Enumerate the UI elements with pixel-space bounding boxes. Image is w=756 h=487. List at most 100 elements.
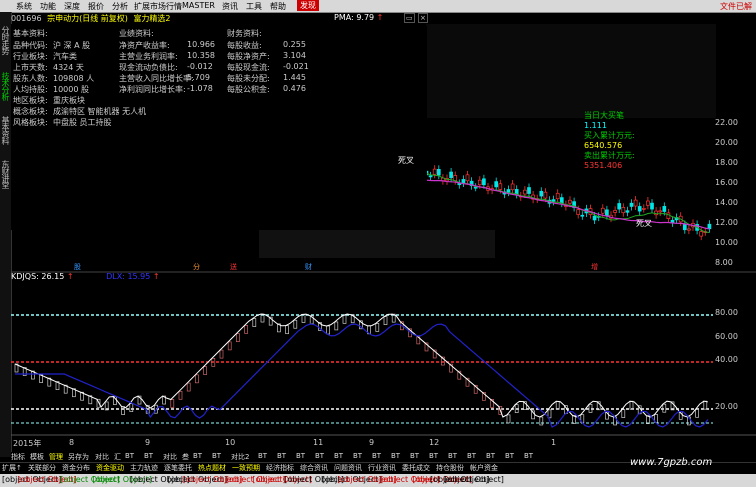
- indicator-tab[interactable]: 另存为: [68, 452, 89, 462]
- indicator-bar: [293, 319, 298, 329]
- indicator-bar: [539, 416, 544, 426]
- function-tab[interactable]: 热点题材: [198, 463, 226, 473]
- restore-icon[interactable]: ▭: [404, 13, 415, 23]
- dlx-value: 15.95: [127, 272, 151, 281]
- function-tab[interactable]: 资金驱动: [96, 463, 124, 473]
- fund-key: 上市天数:: [13, 63, 48, 72]
- indicator-tab[interactable]: 叁: [182, 452, 189, 462]
- fund-value: 10.966: [187, 40, 215, 49]
- candle-body: [465, 174, 470, 182]
- menu-ext-market[interactable]: 扩展市场行情: [134, 1, 182, 12]
- indicator-tab[interactable]: BT: [467, 452, 476, 460]
- function-tab[interactable]: 一致预期: [232, 463, 260, 473]
- menu-depth[interactable]: 深度: [64, 1, 80, 12]
- indicator-tab[interactable]: 对比: [95, 452, 109, 462]
- indicator-tab[interactable]: 对比2: [231, 452, 249, 462]
- price-tick: 18.00: [715, 158, 738, 167]
- fund-key: 每股现金流:: [227, 63, 270, 72]
- tab-technical[interactable]: 技术分析: [0, 66, 11, 106]
- indicator-tab[interactable]: BT: [353, 452, 362, 460]
- date-label: 11: [313, 438, 324, 447]
- indicator-tab[interactable]: 指标: [11, 452, 25, 462]
- function-tab[interactable]: 扩展↑: [2, 463, 22, 473]
- indicator-tab[interactable]: BT: [258, 452, 267, 460]
- indicator-bar: [383, 316, 388, 325]
- candle-body: [576, 209, 581, 215]
- function-tab[interactable]: 委托成交: [402, 463, 430, 473]
- date-label: 10: [225, 438, 236, 447]
- candle-body: [494, 181, 499, 188]
- indicator-tab[interactable]: BT: [144, 452, 153, 460]
- tab-profile[interactable]: 基本资料: [0, 110, 11, 150]
- indicator-tab[interactable]: BT: [125, 452, 134, 460]
- price-tick: 8.00: [715, 258, 733, 267]
- indicator-tab[interactable]: BT: [212, 452, 221, 460]
- fund-value: -1.078: [187, 84, 213, 93]
- function-tab[interactable]: 资金分布: [62, 463, 90, 473]
- menu-system[interactable]: 系统: [16, 1, 32, 12]
- candle-body: [461, 179, 466, 184]
- function-tab[interactable]: 行业资讯: [368, 463, 396, 473]
- event-marker[interactable]: 分: [193, 262, 200, 272]
- dead-cross-label: 死叉: [636, 219, 652, 228]
- candle-body: [539, 190, 544, 197]
- indicator-tab[interactable]: 对比: [163, 452, 177, 462]
- menu-function[interactable]: 功能: [40, 1, 56, 12]
- event-marker[interactable]: 送: [230, 262, 237, 272]
- date-label: 12: [429, 438, 440, 447]
- function-tab[interactable]: 持仓股份: [436, 463, 464, 473]
- kdj-d-line: [15, 323, 709, 428]
- fund-key: 净资产收益率:: [119, 41, 170, 50]
- stock-code: 001696: [11, 14, 42, 23]
- indicator-tab[interactable]: 模板: [30, 452, 44, 462]
- candle-body: [555, 192, 560, 200]
- indicator-tab[interactable]: BT: [372, 452, 381, 460]
- function-tab[interactable]: 主力轨迹: [130, 463, 158, 473]
- indicator-tab[interactable]: BT: [429, 452, 438, 460]
- candle-body: [605, 209, 609, 217]
- indicator-tab[interactable]: BT: [193, 452, 202, 460]
- menu-discover[interactable]: 发现: [297, 0, 319, 11]
- fundamentals-panel: 基本资料: 业绩资料: 财务资料: 品种代码: 沪 深 A 股 净资产收益率: 10.…: [11, 26, 427, 230]
- candle-body: [650, 202, 654, 210]
- indicator-tab[interactable]: BT: [524, 452, 533, 460]
- indicator-tab[interactable]: BT: [391, 452, 400, 460]
- indicator-tab[interactable]: BT: [296, 452, 305, 460]
- menu-master[interactable]: MASTER: [182, 1, 215, 10]
- indicator-bar: [252, 318, 257, 327]
- indicator-tab[interactable]: 汇: [114, 452, 121, 462]
- indicator-tab[interactable]: BT: [486, 452, 495, 460]
- menu-analysis[interactable]: 分析: [112, 1, 128, 12]
- price-tick: 14.00: [715, 198, 738, 207]
- indicator-tab[interactable]: BT: [277, 452, 286, 460]
- close-icon[interactable]: ×: [418, 13, 428, 23]
- function-tab[interactable]: 问题资讯: [334, 463, 362, 473]
- fund-value: 沪 深 A 股: [53, 41, 91, 50]
- menu-tools[interactable]: 工具: [246, 1, 262, 12]
- function-tab[interactable]: 逐笔委托: [164, 463, 192, 473]
- menu-quote[interactable]: 报价: [88, 1, 104, 12]
- tab-intraday[interactable]: 分时走势: [0, 20, 11, 60]
- candle-body: [551, 199, 556, 202]
- indicator-tab[interactable]: BT: [410, 452, 419, 460]
- indicator-tab[interactable]: BT: [315, 452, 324, 460]
- menu-news[interactable]: 资讯: [222, 1, 238, 12]
- fund-value: 109808 人: [53, 74, 95, 83]
- function-tab[interactable]: 综合资讯: [300, 463, 328, 473]
- event-marker[interactable]: 财: [305, 262, 312, 272]
- fund-key: 每股收益:: [227, 41, 262, 50]
- event-marker[interactable]: 增: [591, 262, 598, 272]
- indicator-tab[interactable]: BT: [505, 452, 514, 460]
- indicator-tab[interactable]: BT: [448, 452, 457, 460]
- indicator-tab[interactable]: 管理: [49, 452, 63, 462]
- function-tab[interactable]: 经济指标: [266, 463, 294, 473]
- menu-help[interactable]: 帮助: [270, 1, 286, 12]
- function-tab[interactable]: 关联部分: [28, 463, 56, 473]
- tab-class[interactable]: 东财讲堂: [0, 154, 11, 194]
- indicator-tab[interactable]: BT: [334, 452, 343, 460]
- indicator-header: KDJQS: 26.15 ↑ DLX: 15.95 ↑: [11, 272, 160, 281]
- function-tab[interactable]: 帐户资金: [470, 463, 498, 473]
- candle-body: [449, 171, 453, 179]
- indicator-axis: 80.00 60.00 40.00 20.00: [713, 296, 756, 436]
- event-marker[interactable]: 股: [74, 262, 81, 272]
